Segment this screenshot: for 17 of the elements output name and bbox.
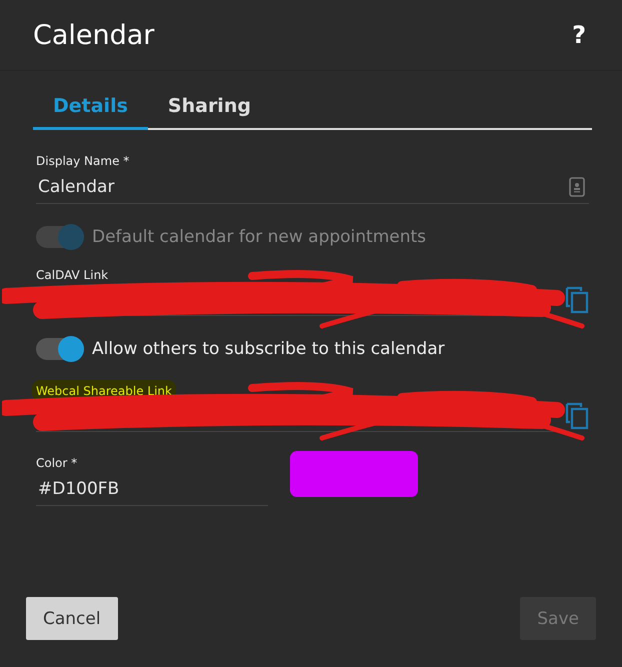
field-label: Display Name * <box>36 154 130 170</box>
copy-icon[interactable] <box>565 402 589 430</box>
help-button[interactable]: ? <box>572 21 586 49</box>
field-label: CalDAV Link <box>36 268 110 284</box>
field-label: Color * <box>36 456 78 472</box>
dialog-title: Calendar <box>33 20 154 50</box>
contact-card-icon[interactable] <box>569 177 585 197</box>
copy-icon[interactable] <box>565 286 589 314</box>
toggle-label: Default calendar for new appointments <box>92 227 426 247</box>
toggle-label: Allow others to subscribe to this calendar <box>92 339 445 359</box>
color-swatch[interactable] <box>290 451 418 497</box>
cancel-button[interactable]: Cancel <box>26 597 118 640</box>
tab[interactable]: Sharing <box>148 83 271 130</box>
toggle-switch[interactable] <box>36 338 84 360</box>
tab[interactable]: Details <box>33 83 148 130</box>
display-name-field[interactable]: Calendar <box>36 171 589 204</box>
color-field[interactable]: #D100FB <box>36 473 268 506</box>
